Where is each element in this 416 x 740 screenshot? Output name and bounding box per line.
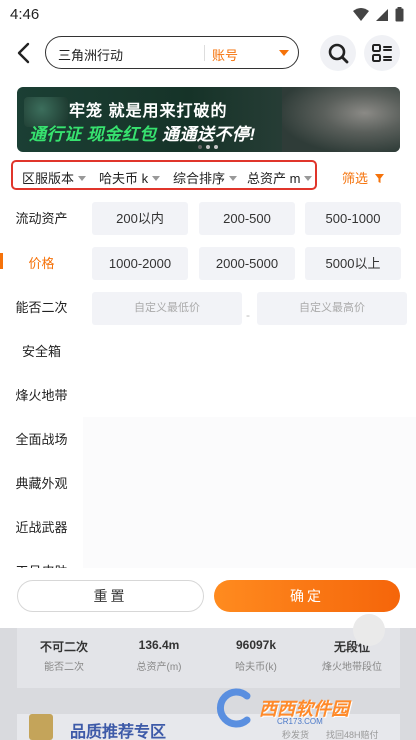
price-chip[interactable]: 500-1000 xyxy=(305,202,401,235)
filter-total-assets[interactable]: 总资产 m xyxy=(247,168,313,187)
stat-value: 不可二次 xyxy=(39,640,88,654)
price-chip[interactable]: 1000-2000 xyxy=(92,247,188,280)
search-divider xyxy=(204,45,205,61)
caret-down-icon xyxy=(152,176,161,181)
stat-label: 能否二次 xyxy=(44,662,84,673)
search-game-name: 三角洲行动 xyxy=(58,48,124,63)
battery-icon xyxy=(395,7,404,22)
search-box[interactable]: 三角洲行动 账号 xyxy=(45,36,299,69)
site-watermark: 西西软件园 CR173.COM xyxy=(215,688,400,728)
stat-value: 136.4m xyxy=(138,638,180,652)
search-type-selector[interactable]: 账号 xyxy=(212,45,238,64)
tag-instant-delivery: 秒发货 xyxy=(282,730,310,740)
banner-dot xyxy=(206,145,210,149)
status-bar: 4:46 xyxy=(0,0,416,30)
caret-down-icon xyxy=(78,176,87,181)
category-button[interactable] xyxy=(364,35,400,71)
search-button[interactable] xyxy=(320,35,356,71)
panel-empty-area xyxy=(83,417,416,582)
confirm-button[interactable]: 确定 xyxy=(214,580,400,612)
banner-line2-green: 通行证 现金红包 xyxy=(29,125,157,144)
quality-recommend-title: 品质推荐专区 xyxy=(70,724,167,740)
banner-line2: 通行证 现金红包 通通送不停! xyxy=(29,120,256,145)
crown-badge-icon xyxy=(29,714,53,740)
search-icon xyxy=(328,43,349,64)
signal-icon xyxy=(376,8,388,21)
watermark-url: CR173.COM xyxy=(277,717,323,726)
sidebar-item-safe-box[interactable]: 安全箱 xyxy=(0,341,83,360)
dimmed-background-page: 不可二次 能否二次 136.4m 总资产(m) 96097k 哈夫币(k) 无段… xyxy=(0,614,416,740)
float-button[interactable] xyxy=(353,614,385,646)
stat-label: 总资产(m) xyxy=(136,662,182,673)
sidebar-item-fire-zone[interactable]: 烽火地带 xyxy=(0,385,83,404)
sidebar-item-price[interactable]: 价格 xyxy=(0,253,83,272)
banner-dot xyxy=(214,145,218,149)
price-filter-panel: 200以内 200-500 500-1000 1000-2000 2000-50… xyxy=(83,192,416,417)
status-icons xyxy=(353,7,404,22)
banner-pagination xyxy=(198,145,218,149)
category-grid-icon xyxy=(372,44,392,62)
price-chip[interactable]: 5000以上 xyxy=(305,247,401,280)
account-stats-card: 不可二次 能否二次 136.4m 总资产(m) 96097k 哈夫币(k) 无段… xyxy=(17,628,400,688)
stat-value: 无段位 xyxy=(333,640,370,654)
tag-recovery-compensation: 找回48H赔付 xyxy=(326,730,379,740)
reset-button[interactable]: 重置 xyxy=(17,580,204,612)
funnel-icon xyxy=(374,174,384,183)
filter-screen-button[interactable]: 筛选 xyxy=(342,168,384,187)
caret-down-icon xyxy=(279,50,289,56)
banner-line2-white: 通通送不停! xyxy=(161,125,256,144)
banner-line1: 牢笼 就是用来打破的 xyxy=(69,103,228,120)
stat-label: 烽火地带段位 xyxy=(322,662,382,673)
sidebar-item-melee-weapon[interactable]: 近战武器 xyxy=(0,517,83,536)
sidebar-item-collection-skin[interactable]: 典藏外观 xyxy=(0,473,83,492)
banner-figure-image xyxy=(282,87,400,152)
stat-value: 96097k xyxy=(235,638,277,652)
back-arrow-icon[interactable] xyxy=(12,40,36,66)
price-chip[interactable]: 200以内 xyxy=(92,202,188,235)
banner-dot xyxy=(198,145,202,149)
sidebar-item-liquid-assets[interactable]: 流动资产 xyxy=(0,208,83,227)
min-price-input[interactable]: 自定义最低价 xyxy=(92,292,242,325)
watermark-logo-icon xyxy=(216,688,251,728)
filter-sort[interactable]: 综合排序 xyxy=(173,168,238,187)
price-chip[interactable]: 200-500 xyxy=(199,202,295,235)
filter-category-sidebar: 流动资产 价格 能否二次 安全箱 烽火地带 全面战场 典藏外观 近战武器 干员皮… xyxy=(0,192,83,582)
filter-region-version[interactable]: 区服版本 xyxy=(22,168,87,187)
promo-banner[interactable]: 牢笼 就是用来打破的 通行证 现金红包 通通送不停! xyxy=(17,87,400,152)
stat-label: 哈夫币(k) xyxy=(235,662,277,673)
top-bar: 三角洲行动 账号 xyxy=(0,30,416,78)
price-range-separator: - xyxy=(246,308,250,322)
price-chip[interactable]: 2000-5000 xyxy=(199,247,295,280)
sidebar-item-second-bind[interactable]: 能否二次 xyxy=(0,297,83,316)
max-price-input[interactable]: 自定义最高价 xyxy=(257,292,407,325)
banner-area: 牢笼 就是用来打破的 通行证 现金红包 通通送不停! xyxy=(0,78,416,160)
action-bar: 重置 确定 xyxy=(0,568,416,628)
caret-down-icon xyxy=(229,176,238,181)
caret-down-icon xyxy=(304,176,313,181)
status-time: 4:46 xyxy=(10,6,40,23)
wifi-icon xyxy=(353,7,369,21)
filter-havoc-coin[interactable]: 哈夫币 k xyxy=(99,168,161,187)
sidebar-item-full-battle[interactable]: 全面战场 xyxy=(0,429,83,448)
filter-bar: 区服版本 哈夫币 k 综合排序 总资产 m 筛选 xyxy=(0,160,416,192)
